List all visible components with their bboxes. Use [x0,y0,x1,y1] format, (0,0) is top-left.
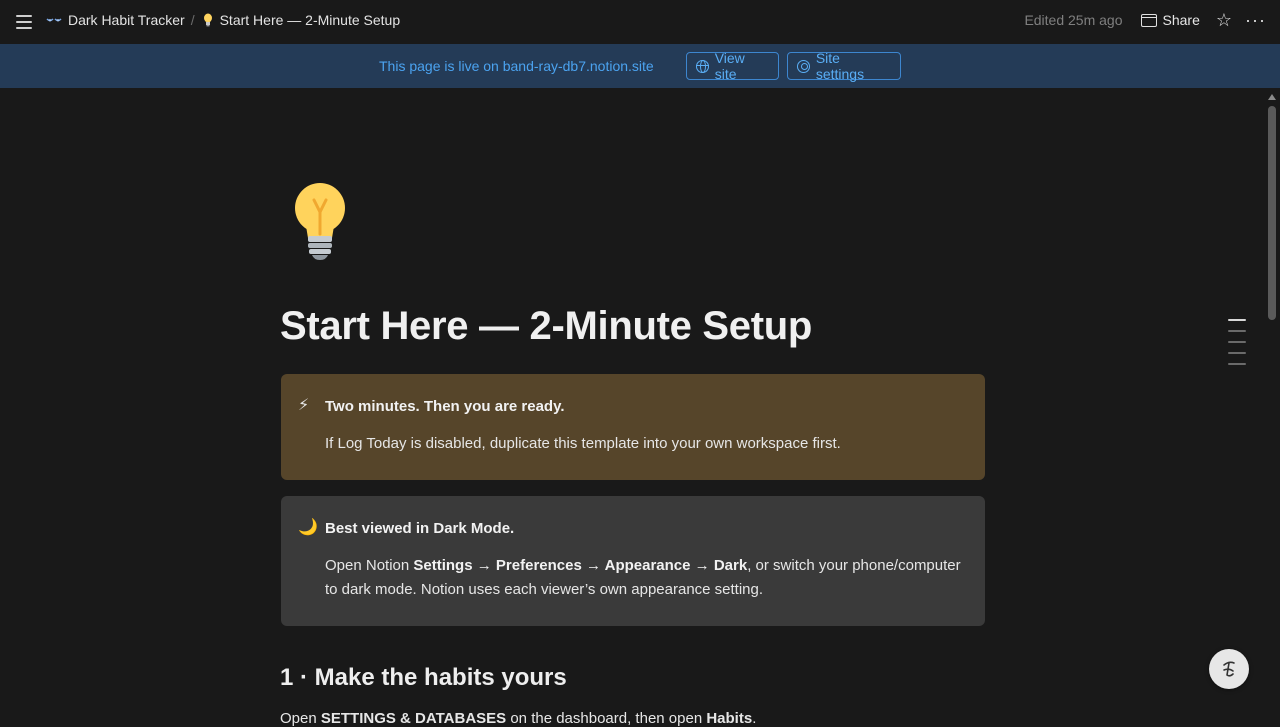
callout-setup: ⚡ Two minutes. Then you are ready. If Lo… [281,374,985,480]
bold-appearance: Appearance [604,557,691,574]
help-icon [1223,661,1235,677]
top-right-actions: Edited 25m ago Share ☆ ··· [1024,11,1266,29]
breadcrumb: Dark Habit Tracker / Start Here — 2-Minu… [46,12,400,28]
breadcrumb-item-start-here[interactable]: Start Here — 2-Minute Setup [202,12,401,28]
page-title[interactable]: Start Here — 2-Minute Setup [280,304,812,349]
scroll-up-arrow-icon[interactable] [1268,94,1276,100]
bold-settings: Settings [413,557,473,574]
callout-title: Best viewed in Dark Mode. [325,520,515,537]
site-settings-label: Site settings [815,50,865,82]
view-site-button[interactable]: View site [686,50,779,82]
arrow: → [690,557,714,574]
arrow: → [581,557,605,574]
toc-marker[interactable] [1228,319,1246,321]
callout-body: If Log Today is disabled, duplicate this… [325,435,841,452]
para-text: Open [280,710,321,727]
share-label: Share [1162,12,1200,28]
site-settings-button[interactable]: Site settings [787,50,901,82]
moon-icon: 🌙 [298,519,318,536]
bold-dark: Dark [713,557,748,574]
help-button[interactable] [1209,649,1249,689]
share-button[interactable]: Share [1140,12,1200,28]
arrow: → [472,557,496,574]
para-bold: Habits [706,710,753,727]
toc-marker[interactable] [1228,352,1246,354]
scrollbar[interactable] [1264,88,1280,720]
lightbulb-icon [295,183,345,260]
lightning-icon: ⚡ [298,397,310,414]
eyes-icon [46,14,62,26]
edited-timestamp: Edited 25m ago [1024,12,1123,28]
breadcrumb-label: Start Here — 2-Minute Setup [219,12,401,28]
section-paragraph[interactable]: Open SETTINGS & DATABASES on the dashboa… [280,710,756,727]
toc-marker[interactable] [1228,363,1246,365]
table-of-contents-minimap[interactable] [1228,319,1246,374]
toc-marker[interactable] [1228,330,1246,332]
para-bold: SETTINGS & DATABASES [320,710,507,727]
bold-preferences: Preferences [495,557,582,574]
callout-dark-mode: 🌙 Best viewed in Dark Mode. Open Notion … [281,496,985,626]
banner-text: This page is live on band-ray-db7.notion… [379,58,654,74]
section-heading[interactable]: 1 · Make the habits yours [280,664,567,692]
live-site-banner: This page is live on band-ray-db7.notion… [0,44,1280,88]
more-options-icon[interactable]: ··· [1245,11,1266,29]
star-icon[interactable]: ☆ [1216,11,1232,29]
breadcrumb-separator: / [190,12,195,28]
para-text: on the dashboard, then open [506,710,707,727]
gear-icon [797,59,810,73]
sidebar-menu-icon[interactable] [14,12,34,32]
callout-title: Two minutes. Then you are ready. [325,398,565,415]
page-icon-lightbulb[interactable] [292,182,348,262]
body-text: Open Notion [325,557,414,574]
scrollbar-thumb[interactable] [1268,106,1276,320]
browser-window-icon [1140,13,1157,27]
top-bar: Dark Habit Tracker / Start Here — 2-Minu… [0,0,1280,44]
view-site-label: View site [714,50,745,82]
breadcrumb-item-dark-habit-tracker[interactable]: Dark Habit Tracker [46,12,185,28]
callout-body: Open Notion Settings → Preferences → App… [325,554,965,602]
breadcrumb-label: Dark Habit Tracker [68,12,185,28]
globe-icon [696,59,709,73]
toc-marker[interactable] [1228,341,1246,343]
lightbulb-icon [202,13,214,27]
para-text: . [752,710,757,727]
